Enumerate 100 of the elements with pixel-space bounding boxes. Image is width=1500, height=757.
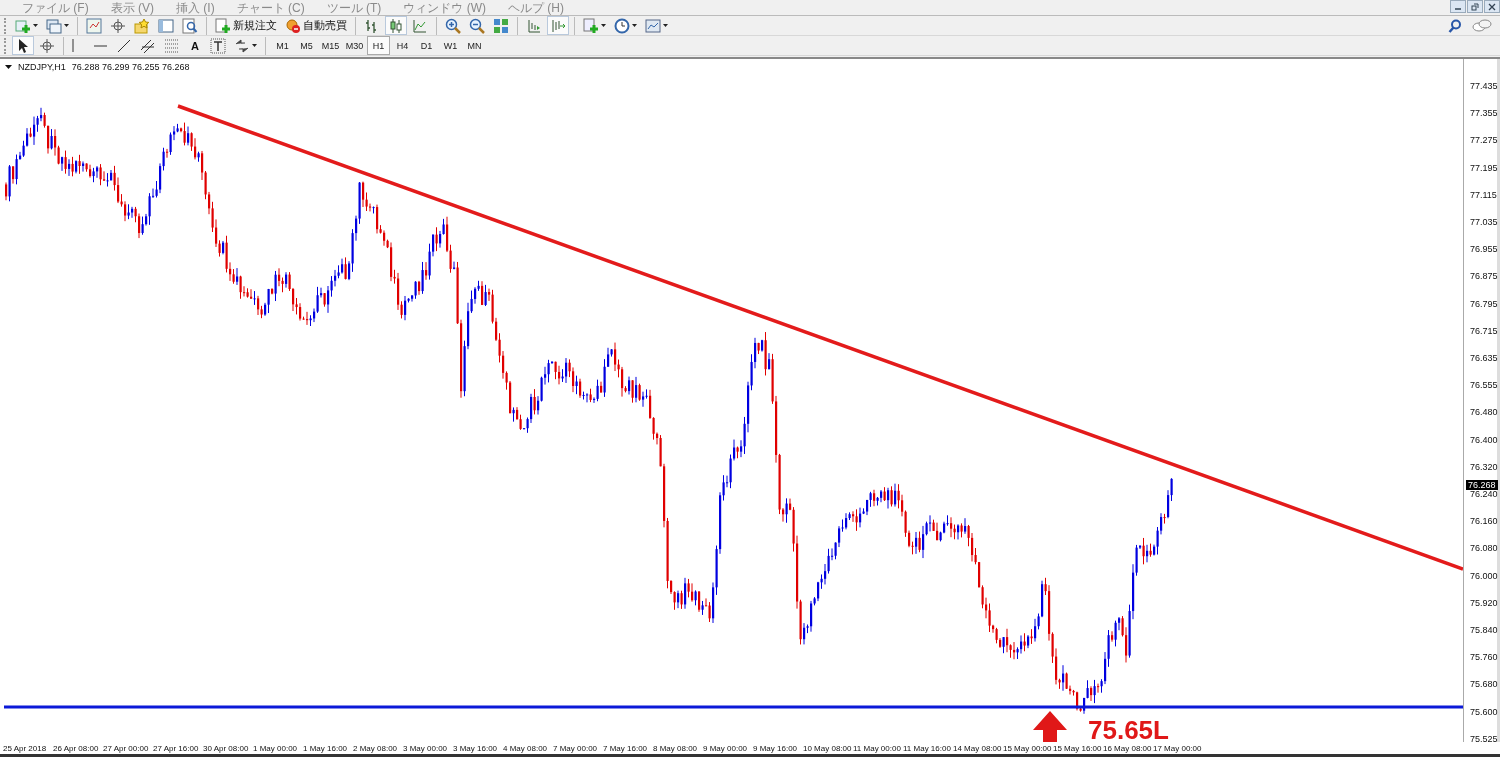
- price-label: 75.600: [1470, 706, 1498, 717]
- timeframe-button[interactable]: M15: [319, 36, 342, 55]
- price-label: 76.555: [1470, 380, 1498, 391]
- time-label: 1 May 00:00: [253, 743, 299, 753]
- timeframe-button[interactable]: M5: [295, 36, 318, 55]
- price-label: 75.680: [1470, 679, 1498, 690]
- price-label: 76.875: [1470, 271, 1498, 282]
- price-label: 76.160: [1470, 516, 1498, 527]
- price-label: 75.525: [1470, 733, 1498, 744]
- search-icon[interactable]: [1448, 18, 1462, 33]
- price-label: 77.275: [1470, 135, 1498, 146]
- price-label: 77.435: [1470, 81, 1498, 91]
- time-label: 2 May 08:00: [353, 743, 399, 753]
- price-annotation: 75.65L: [1088, 715, 1169, 742]
- document-plus-icon: [583, 17, 599, 34]
- time-label: 11 May 16:00: [903, 743, 952, 753]
- restore-icon: [1471, 2, 1479, 11]
- price-label: 76.320: [1470, 461, 1498, 472]
- toolbar-button[interactable]: 新規注文: [212, 16, 280, 35]
- chart-template-icon: [645, 17, 661, 34]
- time-label: 4 May 08:00: [503, 743, 549, 753]
- line-chart-icon: [412, 17, 428, 34]
- tile-windows-icon: [493, 17, 509, 34]
- dotted-grid-icon: [164, 37, 180, 54]
- time-label: 17 May 00:00: [1153, 743, 1203, 753]
- time-label: 16 May 08:00: [1103, 743, 1153, 753]
- minimize-button[interactable]: [1450, 0, 1466, 13]
- toolbar-button[interactable]: A: [185, 36, 205, 55]
- vertical-line-icon: [72, 39, 74, 52]
- zoom-out-icon: [469, 17, 485, 34]
- price-label: 76.635: [1470, 353, 1498, 363]
- horizontal-line-icon: [94, 44, 107, 47]
- time-label: 9 May 16:00: [753, 743, 799, 753]
- time-label: 15 May 00:00: [1003, 743, 1053, 753]
- timeframe-button[interactable]: M30: [343, 36, 366, 55]
- time-label: 14 May 08:00: [953, 743, 1003, 753]
- restore-button[interactable]: [1467, 0, 1483, 13]
- price-label: 75.920: [1470, 597, 1498, 608]
- price-label: 77.115: [1470, 189, 1497, 200]
- price-label: 77.195: [1470, 162, 1498, 173]
- crosshair-icon: [39, 37, 55, 54]
- magnifier-document-icon: [182, 17, 198, 34]
- current-price-label: 76.268: [1466, 480, 1498, 490]
- time-label: 9 May 00:00: [703, 743, 749, 753]
- window-icon: [158, 17, 174, 34]
- windows-icon: [46, 17, 62, 34]
- chat-bubbles-icon[interactable]: [1472, 18, 1492, 33]
- timeframe-button[interactable]: H1: [367, 36, 390, 55]
- chart-window-icon: [86, 17, 102, 34]
- time-label: 3 May 00:00: [403, 743, 449, 753]
- price-label: 77.355: [1470, 108, 1498, 119]
- document-plus-icon: [215, 17, 231, 34]
- price-label: 76.480: [1470, 407, 1498, 418]
- text-label-icon: [210, 37, 226, 54]
- time-label: 25 Apr 2018: [3, 743, 48, 753]
- time-label: 1 May 16:00: [303, 743, 349, 753]
- zoom-in-icon: [445, 17, 461, 34]
- trend-line-icon: [116, 37, 132, 54]
- timeframe-button[interactable]: MN: [463, 36, 486, 55]
- caret-icon: [5, 65, 12, 69]
- toolbar-icon-button[interactable]: [12, 36, 34, 55]
- timeframe-button[interactable]: D1: [415, 36, 438, 55]
- close-icon: [1488, 2, 1496, 11]
- timeframe-button[interactable]: M1: [271, 36, 294, 55]
- time-label: 3 May 16:00: [453, 743, 499, 753]
- time-label: 27 Apr 16:00: [153, 743, 200, 753]
- timeframe-button[interactable]: W1: [439, 36, 462, 55]
- crosshair-icon: [110, 17, 126, 34]
- time-label: 27 Apr 00:00: [103, 743, 150, 753]
- time-label: 8 May 08:00: [653, 743, 699, 753]
- toolbar-button[interactable]: 自動売買: [282, 16, 350, 35]
- price-label: 76.400: [1470, 434, 1498, 445]
- time-label: 7 May 16:00: [603, 743, 649, 753]
- price-label: 76.955: [1470, 244, 1498, 255]
- time-label: 30 Apr 08:00: [203, 743, 250, 753]
- chart-plus-icon: [15, 17, 31, 34]
- time-label: 7 May 00:00: [553, 743, 599, 753]
- candlestick-icon: [388, 17, 404, 34]
- price-label: 76.240: [1470, 489, 1498, 499]
- chart-shift-icon: [526, 17, 542, 34]
- price-label: 75.840: [1470, 625, 1498, 635]
- up-arrow: [1033, 711, 1067, 742]
- time-label: 11 May 00:00: [853, 743, 902, 753]
- ohlc-values: 76.288 76.299 76.255 76.268: [71, 62, 190, 72]
- star-folder-icon: [134, 17, 150, 34]
- price-label: 77.035: [1470, 217, 1498, 227]
- clock-icon: [614, 17, 630, 34]
- price-label: 76.080: [1470, 543, 1498, 554]
- price-label: 76.795: [1470, 298, 1498, 309]
- price-label: 76.715: [1470, 325, 1498, 336]
- auto-scroll-icon: [550, 17, 566, 34]
- time-label: 10 May 08:00: [803, 743, 853, 753]
- timeframe-button[interactable]: H4: [391, 36, 414, 55]
- time-label: 15 May 16:00: [1053, 743, 1103, 753]
- channel-icon: [140, 37, 156, 54]
- arrows-icon: [234, 37, 250, 54]
- price-label: 76.000: [1470, 570, 1498, 581]
- close-button[interactable]: [1484, 0, 1500, 13]
- symbol-label: NZDJPY,H1: [18, 62, 66, 72]
- price-label: 75.760: [1470, 652, 1498, 663]
